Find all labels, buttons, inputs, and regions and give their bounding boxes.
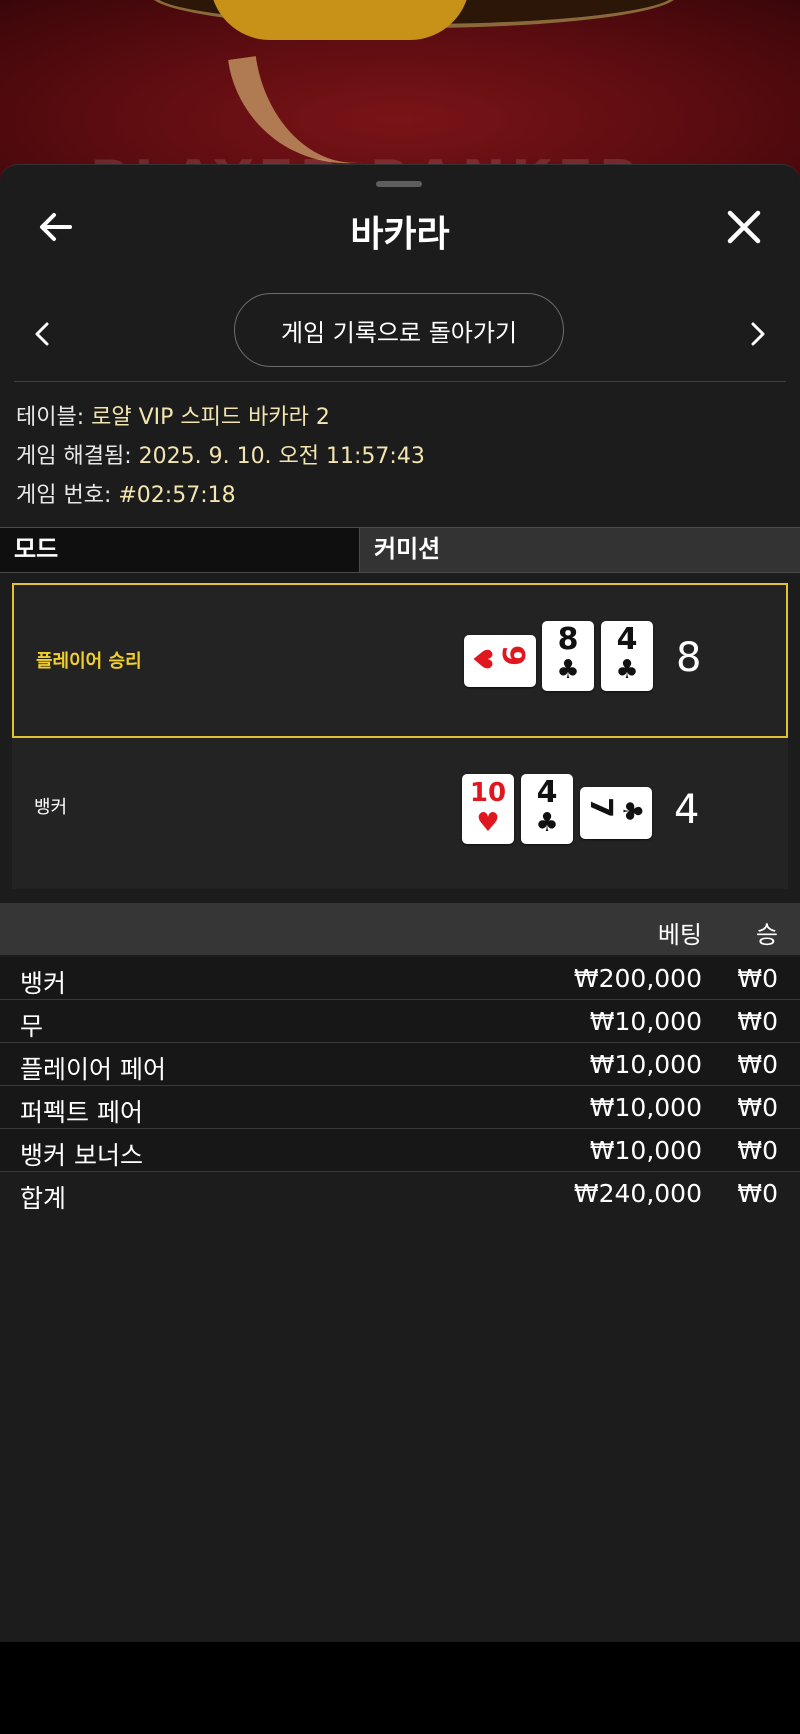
mode-row: 모드 커미션 xyxy=(0,527,800,573)
back-to-history-button[interactable]: 게임 기록으로 돌아가기 xyxy=(234,293,564,367)
bet-name: 뱅커 보너스 xyxy=(20,1141,143,1170)
info-number-label: 게임 번호: xyxy=(16,483,112,508)
chevron-left-icon[interactable] xyxy=(32,317,52,351)
bet-amount: ₩10,000 xyxy=(589,1007,702,1036)
table-row: 퍼펙트 페어 ₩10,000 ₩0 xyxy=(0,1086,800,1129)
banker-result-label: 뱅커 xyxy=(34,797,68,818)
bet-amount: ₩10,000 xyxy=(589,1136,702,1165)
info-table-label: 테이블: xyxy=(16,405,85,430)
info-number-value: #02:57:18 xyxy=(118,483,236,508)
bet-amount: ₩10,000 xyxy=(589,1093,702,1122)
player-card-3: 4 ♣ xyxy=(601,621,653,691)
bottom-bar xyxy=(0,1642,800,1734)
info-resolved-value: 2025. 9. 10. 오전 11:57:43 xyxy=(138,444,425,469)
divider xyxy=(14,381,786,382)
bet-win: ₩0 xyxy=(737,1093,778,1122)
total-label: 합계 xyxy=(20,1184,67,1213)
card-suit: ♣ xyxy=(615,655,639,685)
bet-win: ₩0 xyxy=(737,964,778,993)
info-resolved-label: 게임 해결됨: xyxy=(16,444,132,469)
info-resolved: 게임 해결됨: 2025. 9. 10. 오전 11:57:43 xyxy=(16,438,425,470)
bets-header-bet: 베팅 xyxy=(657,921,702,949)
card-suit: ♣ xyxy=(616,799,647,823)
card-suit: ♥ xyxy=(476,808,500,838)
sheet-grabber[interactable] xyxy=(376,181,422,187)
player-result-row: 플레이어 승리 ♥ 9 8 ♣ 4 ♣ 8 xyxy=(12,583,788,738)
banker-card-1: 10 ♥ xyxy=(462,774,514,844)
bet-amount: ₩10,000 xyxy=(589,1050,702,1079)
mode-label: 모드 xyxy=(0,528,360,572)
card-suit: ♥ xyxy=(466,647,497,671)
result-panel: 플레이어 승리 ♥ 9 8 ♣ 4 ♣ 8 뱅커 10 ♥ 4 ♣ ♣ 7 4 xyxy=(12,583,788,889)
card-rank: 4 xyxy=(536,775,558,810)
bet-win: ₩0 xyxy=(737,1007,778,1036)
total-row: 합계 ₩240,000 ₩0 xyxy=(0,1172,800,1214)
bet-name: 플레이어 페어 xyxy=(20,1055,166,1084)
bet-win: ₩0 xyxy=(737,1050,778,1079)
card-rank: 8 xyxy=(557,622,579,657)
card-rank: 9 xyxy=(494,645,530,666)
bet-name: 뱅커 xyxy=(20,969,67,998)
bet-amount: ₩200,000 xyxy=(573,964,702,993)
bet-name: 퍼펙트 페어 xyxy=(20,1098,143,1127)
info-table: 테이블: 로얄 VIP 스피드 바카라 2 xyxy=(16,399,330,431)
bet-win: ₩0 xyxy=(737,1136,778,1165)
bets-header-win: 승 xyxy=(755,921,778,949)
player-card-1: ♥ 9 xyxy=(464,635,536,687)
card-rank: 7 xyxy=(582,797,618,818)
banker-score: 4 xyxy=(674,787,700,833)
card-rank: 4 xyxy=(616,622,638,657)
banker-card-2: 4 ♣ xyxy=(521,774,573,844)
bets-table-header: 베팅 승 xyxy=(0,903,800,955)
player-card-2: 8 ♣ xyxy=(542,621,594,691)
table-row: 뱅커 ₩200,000 ₩0 xyxy=(0,957,800,1000)
game-detail-sheet: 바카라 게임 기록으로 돌아가기 테이블: 로얄 VIP 스피드 바카라 2 게… xyxy=(0,164,800,1643)
bet-name: 무 xyxy=(20,1012,44,1041)
total-win: ₩0 xyxy=(737,1179,778,1208)
card-rank: 10 xyxy=(469,778,507,808)
table-row: 뱅커 보너스 ₩10,000 ₩0 xyxy=(0,1129,800,1172)
table-row: 무 ₩10,000 ₩0 xyxy=(0,1000,800,1043)
close-icon[interactable] xyxy=(724,207,764,247)
info-table-value: 로얄 VIP 스피드 바카라 2 xyxy=(91,405,330,430)
card-suit: ♣ xyxy=(556,655,580,685)
player-result-label: 플레이어 승리 xyxy=(36,651,142,672)
info-number: 게임 번호: #02:57:18 xyxy=(16,477,236,509)
page-title: 바카라 xyxy=(350,214,450,255)
card-suit: ♣ xyxy=(535,808,559,838)
banker-result-row: 뱅커 10 ♥ 4 ♣ ♣ 7 4 xyxy=(12,741,788,889)
total-amount: ₩240,000 xyxy=(573,1179,702,1208)
table-row: 플레이어 페어 ₩10,000 ₩0 xyxy=(0,1043,800,1086)
banker-card-3: ♣ 7 xyxy=(580,787,652,839)
chevron-right-icon[interactable] xyxy=(748,317,768,351)
player-score: 8 xyxy=(676,635,702,681)
mode-value: 커미션 xyxy=(360,528,800,572)
